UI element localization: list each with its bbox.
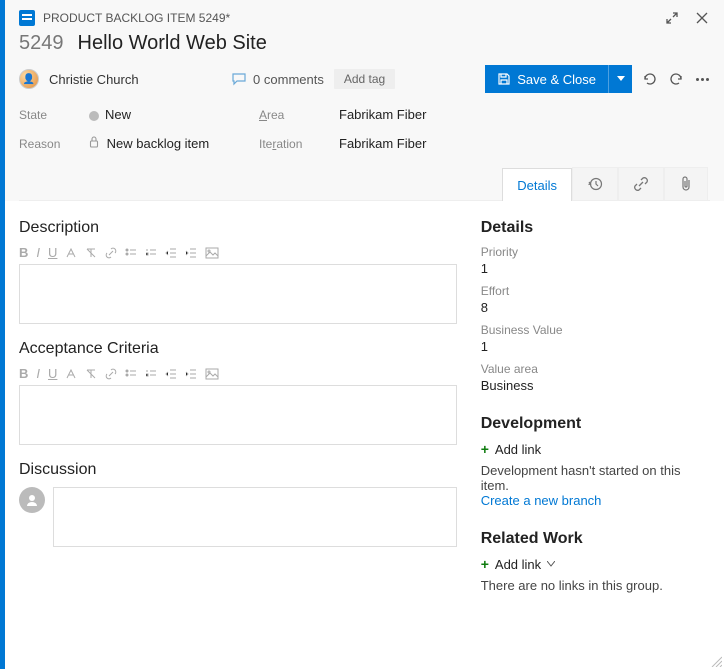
avatar[interactable]: 👤 <box>19 69 39 89</box>
clear-format-button[interactable] <box>85 368 97 380</box>
italic-button[interactable]: I <box>36 366 40 381</box>
description-editor[interactable] <box>19 264 457 324</box>
resize-grip[interactable] <box>710 655 722 667</box>
attachment-icon <box>679 176 693 192</box>
area-value[interactable]: Fabrikam Fiber <box>339 107 710 122</box>
add-dev-link-button[interactable]: + Add link <box>481 441 710 457</box>
plus-icon: + <box>481 441 489 457</box>
bullet-list-button[interactable] <box>125 368 137 380</box>
create-branch-link[interactable]: Create a new branch <box>481 493 710 508</box>
comment-icon <box>231 72 247 86</box>
acceptance-editor[interactable] <box>19 385 457 445</box>
effort-value[interactable]: 8 <box>481 300 710 315</box>
effort-label: Effort <box>481 284 710 298</box>
iteration-value[interactable]: Fabrikam Fiber <box>339 136 710 151</box>
work-item-type-icon <box>19 10 35 26</box>
refresh-icon[interactable] <box>642 71 658 87</box>
iteration-label: Iteration <box>259 137 329 151</box>
underline-button[interactable]: U <box>48 366 57 381</box>
link-button[interactable] <box>105 247 117 259</box>
save-and-close-button[interactable]: Save & Close <box>485 65 608 93</box>
acceptance-toolbar: B I U <box>19 366 457 381</box>
work-item-title[interactable]: Hello World Web Site <box>78 32 267 55</box>
tab-details[interactable]: Details <box>502 168 572 201</box>
work-item-id: 5249 <box>19 32 64 55</box>
italic-button[interactable]: I <box>36 245 40 260</box>
assigned-to[interactable]: Christie Church <box>49 72 139 87</box>
lock-icon <box>89 136 103 151</box>
save-icon <box>497 72 511 86</box>
business-value-label: Business Value <box>481 323 710 337</box>
description-toolbar: B I U <box>19 245 457 260</box>
save-dropdown-button[interactable] <box>608 65 632 93</box>
number-list-button[interactable] <box>145 247 157 259</box>
chevron-down-icon <box>547 561 555 567</box>
description-heading: Description <box>19 219 457 237</box>
priority-value[interactable]: 1 <box>481 261 710 276</box>
bold-button[interactable]: B <box>19 245 28 260</box>
discussion-heading: Discussion <box>19 461 457 479</box>
number-list-button[interactable] <box>145 368 157 380</box>
tab-links[interactable] <box>618 167 664 200</box>
indent-button[interactable] <box>185 368 197 380</box>
related-work-heading: Related Work <box>481 530 710 548</box>
outdent-button[interactable] <box>165 247 177 259</box>
underline-button[interactable]: U <box>48 245 57 260</box>
acceptance-heading: Acceptance Criteria <box>19 340 457 358</box>
bold-button[interactable]: B <box>19 366 28 381</box>
history-icon <box>587 176 603 192</box>
chevron-down-icon <box>617 76 625 82</box>
breadcrumb: PRODUCT BACKLOG ITEM 5249* <box>43 11 656 25</box>
more-actions-button[interactable] <box>694 71 710 87</box>
add-related-link-button[interactable]: + Add link <box>481 556 710 572</box>
state-dot-icon <box>89 111 99 121</box>
undo-icon[interactable] <box>668 71 684 87</box>
reason-label: Reason <box>19 137 79 151</box>
state-label: State <box>19 108 79 122</box>
tab-attachments[interactable] <box>664 167 708 200</box>
close-icon[interactable] <box>694 10 710 26</box>
indent-button[interactable] <box>185 247 197 259</box>
link-icon <box>633 176 649 192</box>
clear-format-button[interactable] <box>85 247 97 259</box>
business-value-value[interactable]: 1 <box>481 339 710 354</box>
tab-history[interactable] <box>572 167 618 200</box>
plus-icon: + <box>481 556 489 572</box>
related-empty-text: There are no links in this group. <box>481 578 710 593</box>
comments-count[interactable]: 0 comments <box>231 72 324 87</box>
reason-value[interactable]: New backlog item <box>89 136 249 151</box>
outdent-button[interactable] <box>165 368 177 380</box>
font-button[interactable] <box>65 368 77 380</box>
priority-label: Priority <box>481 245 710 259</box>
link-button[interactable] <box>105 368 117 380</box>
font-button[interactable] <box>65 247 77 259</box>
details-heading: Details <box>481 219 710 237</box>
development-heading: Development <box>481 415 710 433</box>
dev-empty-text: Development hasn't started on this item. <box>481 463 710 493</box>
add-tag-button[interactable]: Add tag <box>334 69 395 89</box>
discussion-input[interactable] <box>53 487 457 547</box>
value-area-label: Value area <box>481 362 710 376</box>
area-label: Area <box>259 108 329 122</box>
expand-icon[interactable] <box>664 10 680 26</box>
bullet-list-button[interactable] <box>125 247 137 259</box>
image-button[interactable] <box>205 247 219 259</box>
image-button[interactable] <box>205 368 219 380</box>
value-area-value[interactable]: Business <box>481 378 710 393</box>
state-value[interactable]: New <box>89 107 249 122</box>
current-user-avatar <box>19 487 45 513</box>
